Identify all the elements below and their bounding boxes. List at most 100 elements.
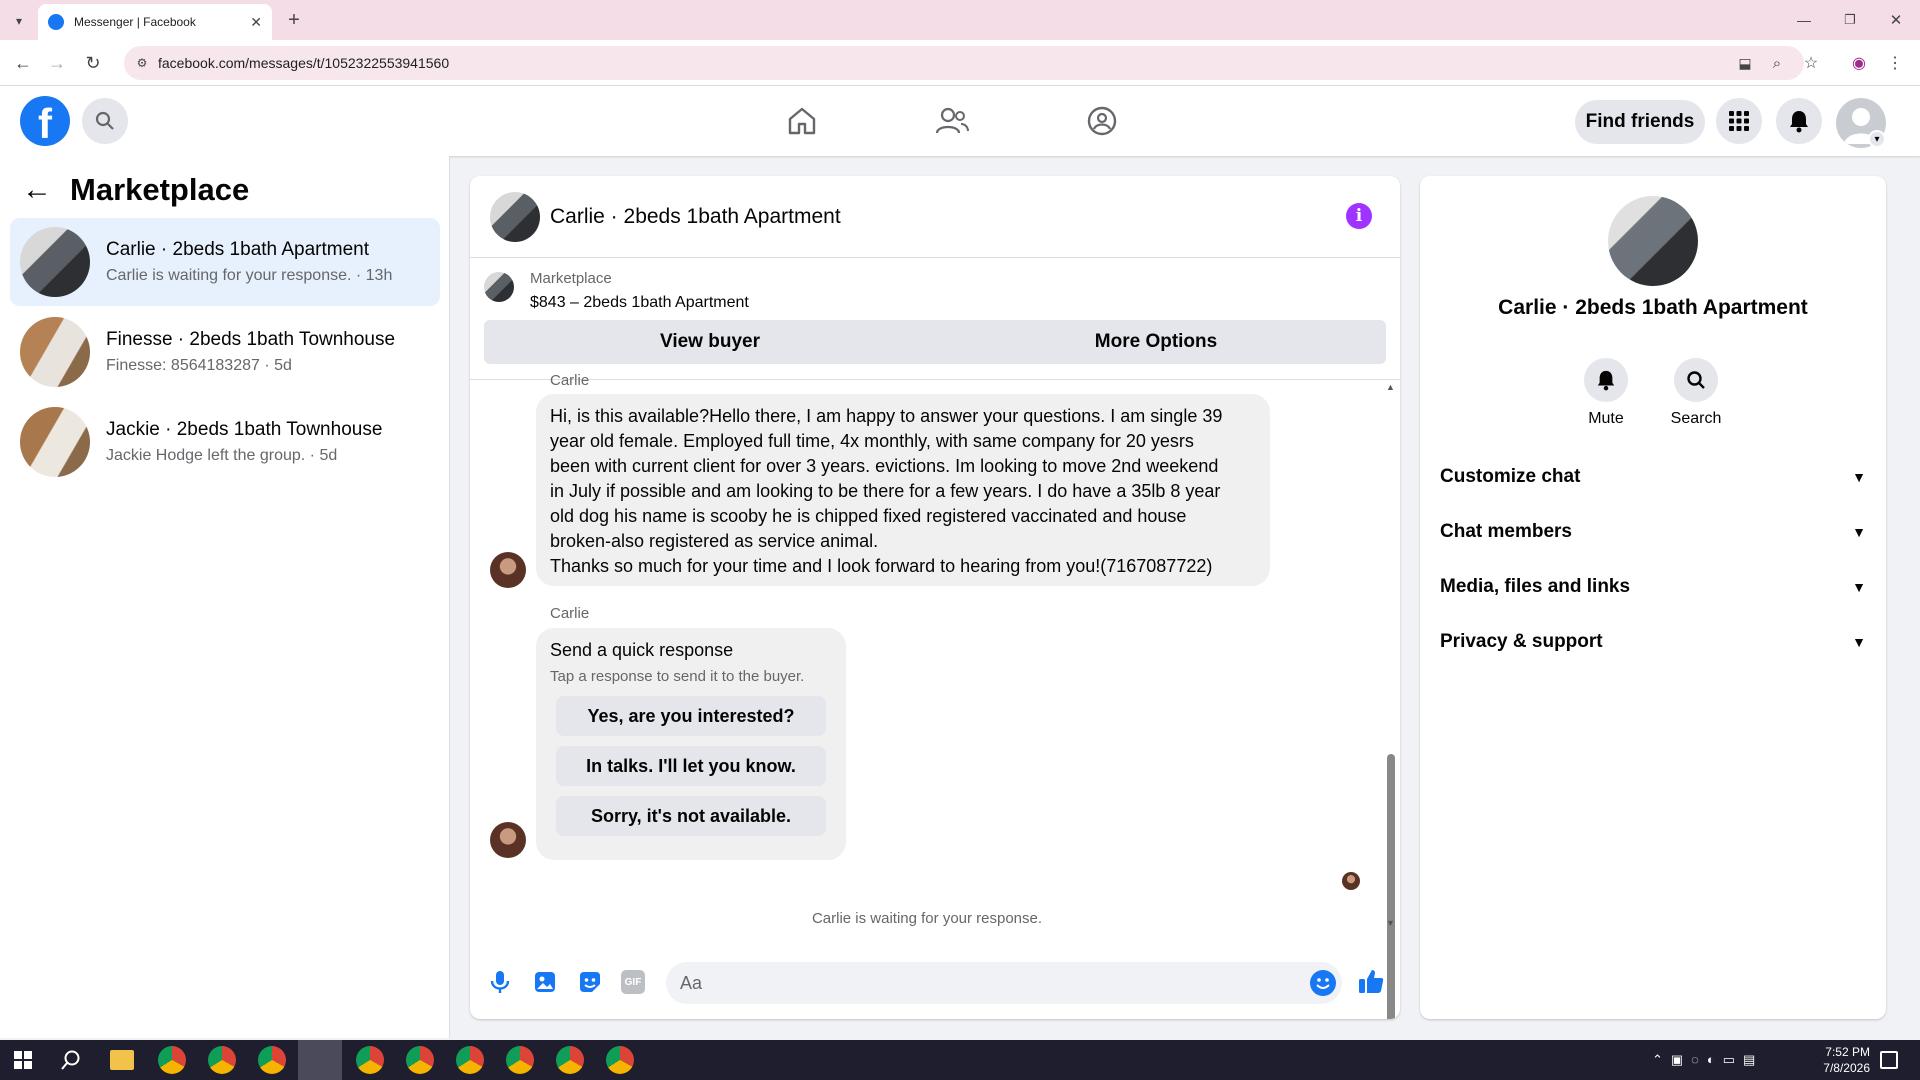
browser-menu-icon[interactable]: ⋮	[1884, 52, 1906, 74]
browser-tab[interactable]: Messenger | Facebook ✕	[38, 4, 272, 40]
scroll-up-icon[interactable]: ▲	[1386, 382, 1395, 392]
window-close-icon[interactable]: ✕	[1884, 8, 1908, 32]
tab-list-icon[interactable]: ▾	[8, 10, 30, 32]
more-options-button[interactable]: More Options	[926, 320, 1386, 364]
menu-grid-icon[interactable]	[1716, 98, 1762, 144]
scrollbar-thumb[interactable]	[1387, 754, 1395, 1019]
photo-icon[interactable]	[531, 968, 559, 996]
profile-icon[interactable]: ◉	[1848, 52, 1870, 74]
notifications-bell-icon[interactable]	[1776, 98, 1822, 144]
message-line: old dog his name is scooby he is chipped…	[550, 506, 1187, 526]
message-line: broken-also registered as service animal…	[550, 531, 879, 551]
privacy-support-section[interactable]: Privacy & support ▼	[1440, 631, 1866, 653]
like-thumbs-up-icon[interactable]	[1356, 966, 1386, 996]
chat-scrollbar[interactable]: ▲ ▼	[1386, 382, 1396, 1019]
sender-avatar[interactable]	[490, 552, 526, 588]
message-input-placeholder: Aa	[680, 973, 703, 993]
info-icon[interactable]: i	[1346, 203, 1372, 229]
details-avatar[interactable]	[1608, 196, 1698, 286]
view-buyer-button[interactable]: View buyer	[484, 320, 936, 364]
chevron-down-icon: ▼	[1852, 579, 1866, 595]
back-icon[interactable]: ←	[10, 50, 36, 76]
chevron-down-icon: ▼	[1852, 634, 1866, 650]
conversation-list-pane: ← Marketplace Carlie · 2beds 1bath Apart…	[0, 156, 450, 1038]
clock-time: 7:52 PM	[1825, 1045, 1870, 1059]
chat-avatar[interactable]	[490, 192, 540, 242]
zoom-icon[interactable]: ⌕	[1766, 52, 1788, 74]
emoji-icon[interactable]	[1310, 970, 1336, 996]
close-tab-icon[interactable]: ✕	[250, 14, 262, 31]
section-label: Privacy & support	[1440, 631, 1603, 652]
conversation-title: Jackie · 2beds 1bath Townhouse	[106, 419, 383, 440]
find-friends-button[interactable]: Find friends	[1575, 100, 1705, 144]
facebook-header: f Find friends ▾	[0, 86, 1920, 156]
reload-icon[interactable]: ↻	[80, 50, 106, 76]
chrome-taskbar-icon[interactable]	[208, 1046, 236, 1074]
active-taskbar-app[interactable]	[298, 1040, 342, 1080]
taskbar-clock[interactable]: 7:52 PM 7/8/2026	[1800, 1044, 1870, 1076]
pane-title: Marketplace	[70, 172, 250, 207]
chrome-taskbar-icon[interactable]	[606, 1046, 634, 1074]
listing-thumbnail	[20, 317, 90, 387]
message-bubble[interactable]: Hi, is this available?Hello there, I am …	[536, 394, 1270, 586]
restore-icon[interactable]: ❐	[1838, 8, 1862, 32]
sender-avatar[interactable]	[490, 822, 526, 858]
home-icon[interactable]	[782, 103, 822, 139]
chat-members-section[interactable]: Chat members ▼	[1440, 521, 1866, 543]
friends-icon[interactable]	[932, 103, 972, 139]
facebook-logo-icon[interactable]: f	[20, 96, 70, 146]
minimize-icon[interactable]: —	[1792, 8, 1816, 32]
conversation-item-finesse[interactable]: Finesse · 2beds 1bath Townhouse Finesse:…	[10, 308, 440, 396]
search-in-chat-icon[interactable]	[1674, 358, 1718, 402]
chrome-taskbar-icon[interactable]	[556, 1046, 584, 1074]
url-field[interactable]: ⚙ facebook.com/messages/t/10523225539415…	[124, 46, 1804, 80]
sticker-icon[interactable]	[576, 968, 604, 996]
account-chevron-down-icon[interactable]: ▾	[1868, 130, 1886, 148]
chat-title[interactable]: Carlie · 2beds 1bath Apartment	[550, 205, 841, 229]
chrome-taskbar-icon[interactable]	[356, 1046, 384, 1074]
chrome-taskbar-icon[interactable]	[258, 1046, 286, 1074]
back-arrow-icon[interactable]: ←	[22, 173, 52, 207]
gif-icon[interactable]: GIF	[621, 970, 645, 994]
scroll-down-icon[interactable]: ▼	[1386, 918, 1395, 928]
message-line: year old female. Employed full time, 4x …	[550, 431, 1194, 451]
mute-label[interactable]: Mute	[1566, 410, 1646, 428]
chrome-taskbar-icon[interactable]	[158, 1046, 186, 1074]
site-info-icon[interactable]: ⚙	[134, 55, 150, 71]
details-name: Carlie · 2beds 1bath Apartment	[1498, 296, 1808, 319]
mute-bell-icon[interactable]	[1584, 358, 1628, 402]
new-tab-icon[interactable]: +	[282, 8, 306, 32]
message-line: Thanks so much for your time and I look …	[550, 556, 1213, 576]
chrome-taskbar-icon[interactable]	[506, 1046, 534, 1074]
address-bar-row: ← → ↻ ⚙ facebook.com/messages/t/10523225…	[0, 40, 1920, 86]
customize-chat-section[interactable]: Customize chat ▼	[1440, 466, 1866, 488]
conversation-subtitle: Jackie Hodge left the group. · 5d	[106, 447, 338, 464]
message-input[interactable]: Aa	[666, 962, 1342, 1004]
facebook-favicon-icon	[48, 14, 64, 30]
quick-reply-in-talks-button[interactable]: In talks. I'll let you know.	[556, 746, 826, 786]
conversation-item-carlie[interactable]: Carlie · 2beds 1bath Apartment Carlie is…	[10, 218, 440, 306]
conversation-title: Carlie · 2beds 1bath Apartment	[106, 239, 369, 260]
system-tray-icons[interactable]: ⌃▣◌◐▭▤	[1652, 1052, 1763, 1068]
section-label: Media, files and links	[1440, 576, 1631, 597]
conversation-item-jackie[interactable]: Jackie · 2beds 1bath Townhouse Jackie Ho…	[10, 398, 440, 486]
search-icon[interactable]	[82, 98, 128, 144]
search-label[interactable]: Search	[1656, 410, 1736, 428]
conversation-subtitle: Carlie is waiting for your response. · 1…	[106, 267, 393, 284]
bookmark-star-icon[interactable]: ☆	[1800, 52, 1822, 74]
groups-icon[interactable]	[1082, 103, 1122, 139]
media-files-links-section[interactable]: Media, files and links ▼	[1440, 576, 1866, 598]
windows-start-icon[interactable]	[14, 1051, 32, 1069]
notification-center-icon[interactable]	[1880, 1051, 1898, 1069]
file-explorer-icon[interactable]	[110, 1050, 134, 1070]
forward-icon[interactable]: →	[44, 50, 70, 76]
install-app-icon[interactable]: ⬓	[1734, 52, 1756, 74]
chrome-taskbar-icon[interactable]	[456, 1046, 484, 1074]
chrome-taskbar-icon[interactable]	[406, 1046, 434, 1074]
chat-header: Carlie · 2beds 1bath Apartment i	[470, 176, 1400, 258]
quick-reply-not-available-button[interactable]: Sorry, it's not available.	[556, 796, 826, 836]
quick-response-card: Send a quick response Tap a response to …	[536, 628, 846, 860]
quick-reply-yes-button[interactable]: Yes, are you interested?	[556, 696, 826, 736]
taskbar-search-icon[interactable]	[60, 1049, 82, 1071]
microphone-icon[interactable]	[486, 968, 514, 996]
